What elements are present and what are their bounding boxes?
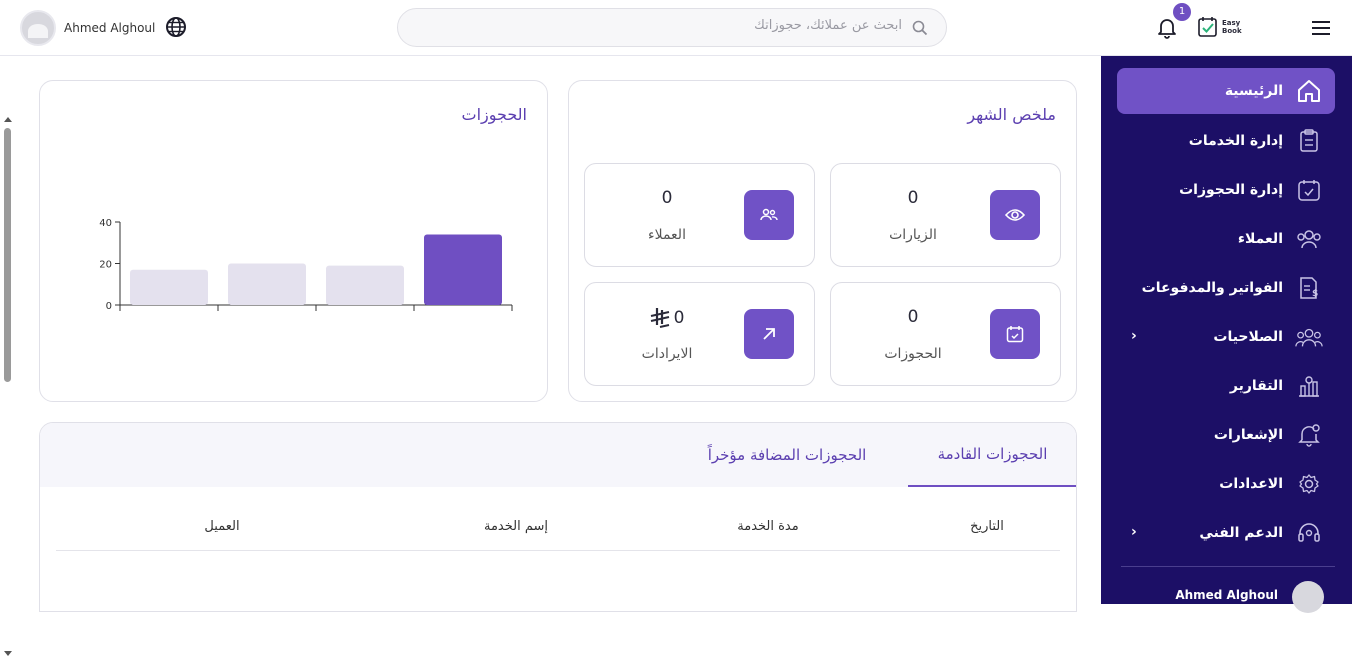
chart-bar	[130, 269, 208, 305]
home-icon	[1295, 77, 1323, 105]
chart-bar	[424, 234, 502, 305]
sidebar-item-label: الصلاحيات	[1213, 329, 1283, 345]
sidebar: الرئيسية إدارة الخدمات إدارة الحجوزات ال…	[1101, 56, 1352, 613]
sidebar-divider	[1121, 566, 1335, 567]
column-header-duration[interactable]: مدة الخدمة	[708, 519, 828, 534]
search-bar[interactable]	[397, 8, 947, 47]
users-icon	[1295, 225, 1323, 253]
y-tick-label: 0	[106, 301, 112, 312]
logo-calendar-icon	[1198, 17, 1217, 37]
roles-icon	[1295, 323, 1323, 351]
avatar[interactable]	[1292, 581, 1324, 613]
sidebar-item-support[interactable]: › الدعم الفني	[1117, 510, 1335, 556]
user-menu[interactable]: Ahmed Alghoul	[20, 10, 155, 46]
page-scrollbar[interactable]	[0, 56, 16, 656]
sidebar-item-permissions[interactable]: › الصلاحيات	[1117, 314, 1335, 360]
stat-value: 0	[907, 188, 919, 208]
search-input[interactable]	[422, 18, 902, 33]
sidebar-item-label: الرئيسية	[1224, 83, 1283, 99]
reports-icon	[1295, 372, 1323, 400]
user-name: Ahmed Alghoul	[64, 21, 156, 35]
stat-clients: 0 العملاء	[584, 163, 815, 267]
invoice-icon: $	[1295, 274, 1323, 302]
sidebar-item-label: الفواتير والمدفوعات	[1141, 280, 1283, 296]
globe-icon[interactable]	[165, 16, 187, 42]
sidebar-item-label: إدارة الحجوزات	[1179, 182, 1283, 198]
tab-recent-bookings[interactable]: الحجوزات المضافة مؤخراً	[680, 423, 894, 487]
table-header-divider	[56, 550, 1060, 551]
notifications-bell-icon[interactable]	[1157, 17, 1177, 43]
menu-hamburger-icon[interactable]	[1311, 20, 1331, 40]
sidebar-user-name: Ahmed Alghoul	[1175, 588, 1278, 602]
sidebar-item-settings[interactable]: الاعدادات	[1117, 461, 1335, 507]
sidebar-item-label: الدعم الفني	[1199, 525, 1283, 541]
stat-value: 0	[661, 188, 673, 208]
sidebar-item-clients[interactable]: العملاء	[1117, 216, 1335, 262]
search-icon	[912, 20, 928, 40]
bookings-chart-card: الحجوزات 0 20 40	[39, 80, 548, 402]
svg-text:$: $	[1312, 289, 1318, 299]
bookings-table-card: الحجوزات القادمة الحجوزات المضافة مؤخراً…	[39, 422, 1077, 612]
avatar[interactable]	[20, 10, 56, 46]
y-tick-label: 40	[99, 218, 112, 229]
y-tick-label: 20	[99, 260, 112, 271]
month-summary-card: ملخص الشهر 0 الزيارات 0 العملاء 0 الحجوز…	[568, 80, 1077, 402]
column-header-client[interactable]: العميل	[172, 519, 272, 534]
chart-bar	[326, 265, 404, 305]
sidebar-item-notifications[interactable]: الإشعارات	[1117, 412, 1335, 458]
sidebar-item-home[interactable]: الرئيسية	[1117, 68, 1335, 114]
stat-value: 0	[673, 308, 685, 328]
calendar-check-icon	[1295, 176, 1323, 204]
tabs-header: الحجوزات القادمة الحجوزات المضافة مؤخراً	[40, 423, 1076, 487]
gear-icon	[1295, 470, 1323, 498]
app-logo[interactable]: Easy Book	[1198, 16, 1242, 38]
tab-upcoming-bookings[interactable]: الحجوزات القادمة	[908, 423, 1076, 487]
sidebar-item-invoices[interactable]: الفواتير والمدفوعات $	[1117, 265, 1335, 311]
sidebar-item-label: إدارة الخدمات	[1188, 133, 1283, 149]
headset-icon	[1295, 519, 1323, 547]
riyal-currency-icon	[650, 308, 669, 328]
month-summary-title: ملخص الشهر	[967, 105, 1056, 124]
stat-label: العملاء	[648, 227, 686, 243]
sidebar-item-label: الاعدادات	[1219, 476, 1283, 492]
notification-badge: 1	[1173, 3, 1191, 21]
sidebar-item-services[interactable]: إدارة الخدمات	[1117, 118, 1335, 164]
scrollbar-thumb[interactable]	[4, 128, 11, 382]
stat-label: الحجوزات	[884, 346, 942, 362]
logo-text-line1: Easy	[1222, 19, 1241, 27]
sidebar-item-label: التقارير	[1229, 378, 1283, 394]
sidebar-item-label: الإشعارات	[1213, 427, 1283, 443]
logo-text-line2: Book	[1222, 27, 1242, 35]
arrow-up-right-icon	[744, 309, 794, 359]
column-header-date[interactable]: التاريخ	[932, 519, 1042, 534]
clipboard-icon	[1295, 127, 1323, 155]
sidebar-item-reports[interactable]: التقارير	[1117, 363, 1335, 409]
eye-icon	[990, 190, 1040, 240]
sidebar-item-label: العملاء	[1237, 231, 1283, 247]
scroll-down-arrow-icon[interactable]	[4, 651, 12, 656]
stat-visits: 0 الزيارات	[830, 163, 1061, 267]
chevron-right-icon[interactable]: ›	[1131, 328, 1137, 344]
bookings-bar-chart: 0 20 40	[99, 218, 513, 312]
stat-label: الزيارات	[889, 227, 937, 243]
chart-bar	[228, 263, 306, 305]
users-icon	[744, 190, 794, 240]
top-bar: Ahmed Alghoul 1 Easy Book	[0, 0, 1352, 56]
sidebar-item-bookings[interactable]: إدارة الحجوزات	[1117, 167, 1335, 213]
chevron-right-icon[interactable]: ›	[1131, 524, 1137, 540]
stat-label: الايرادات	[641, 346, 693, 362]
stat-bookings: 0 الحجوزات	[830, 282, 1061, 386]
stat-value-row: 0	[585, 307, 749, 329]
scroll-up-arrow-icon[interactable]	[4, 117, 12, 122]
column-header-service-name[interactable]: إسم الخدمة	[456, 519, 576, 534]
stat-value: 0	[907, 307, 919, 327]
bell-icon	[1295, 421, 1323, 449]
stat-revenue: 0 الايرادات	[584, 282, 815, 386]
calendar-icon	[990, 309, 1040, 359]
